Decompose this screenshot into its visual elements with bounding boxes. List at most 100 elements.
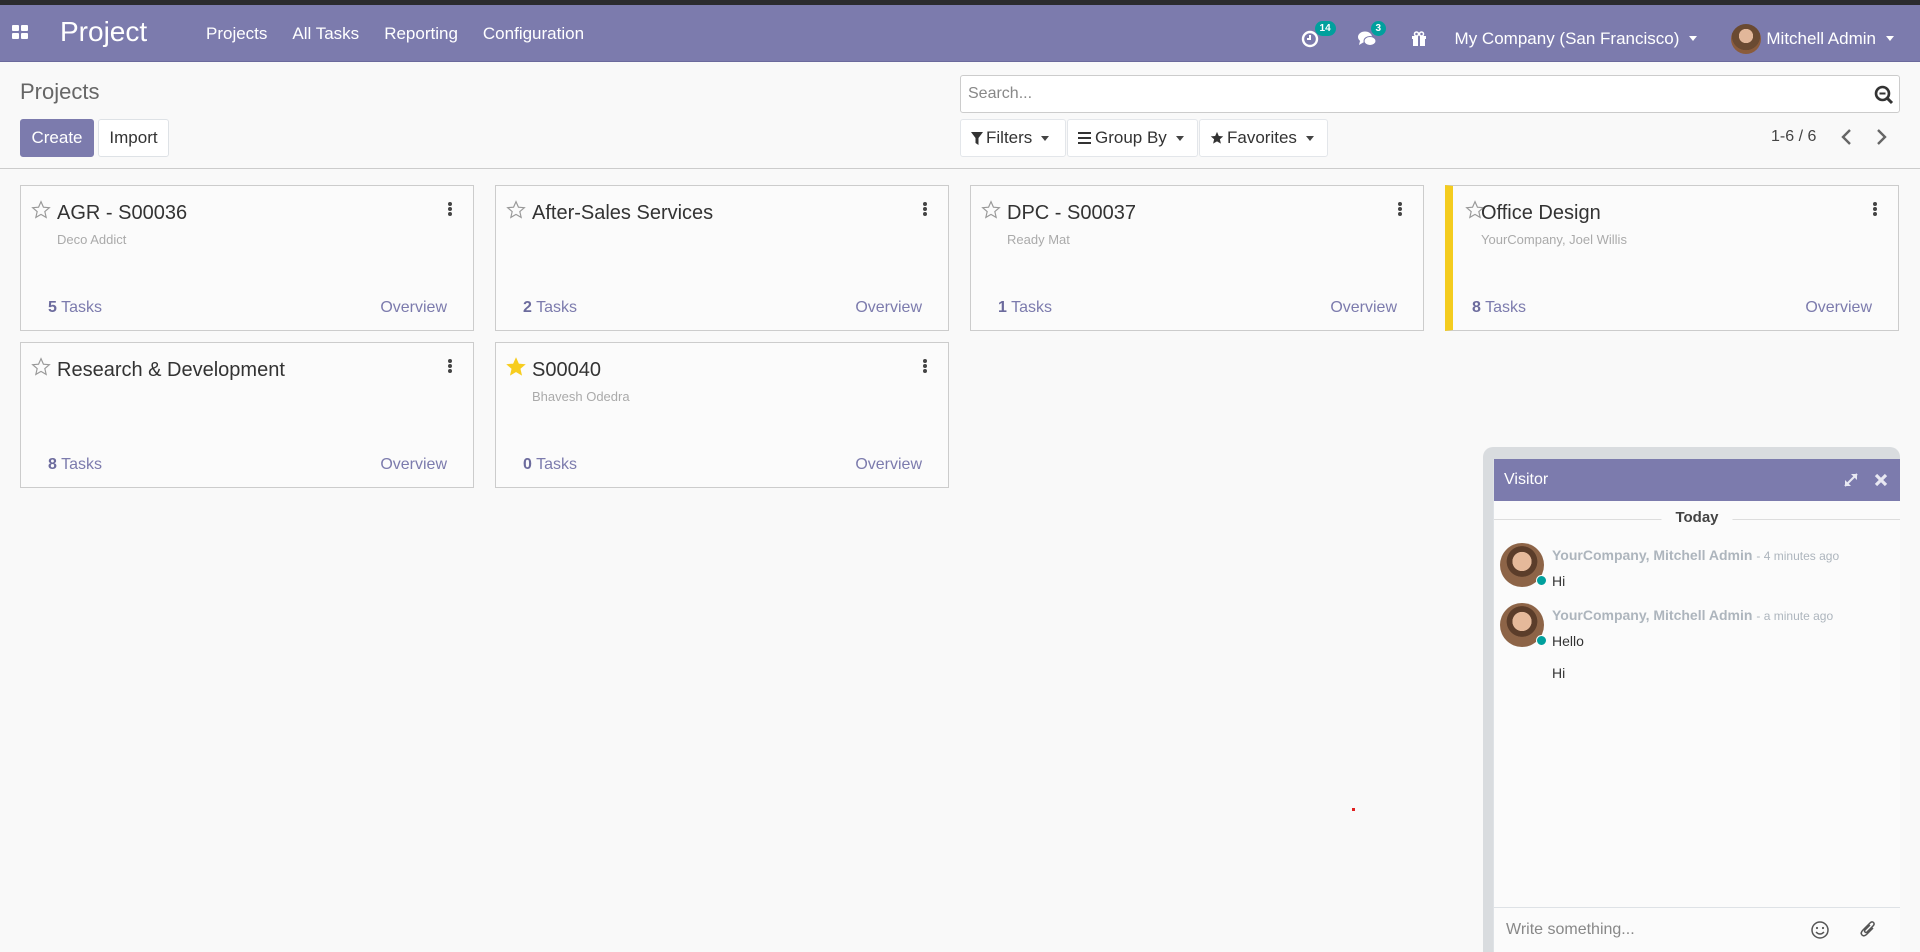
tasks-link[interactable]: 5 Tasks — [48, 299, 102, 317]
pager-next-icon[interactable] — [1868, 124, 1894, 150]
project-name[interactable]: After-Sales Services — [532, 202, 713, 225]
tasks-label: Tasks — [536, 299, 577, 316]
emoji-icon[interactable] — [1810, 920, 1830, 940]
card-dropdown-icon[interactable] — [445, 357, 455, 375]
gift-icon — [1411, 30, 1426, 46]
overview-link[interactable]: Overview — [1330, 299, 1397, 317]
chat-window: Visitor Today YourCompany, Mitchell Admi… — [1493, 459, 1900, 952]
systray: 14 3 My Company (San Francisco) Mitchell… — [1301, 10, 1920, 67]
favorite-star-icon[interactable] — [981, 200, 1001, 220]
search-input[interactable] — [961, 76, 1841, 112]
menu-reporting[interactable]: Reporting — [384, 24, 458, 44]
project-card[interactable]: AGR - S00036 Deco Addict 5 Tasks Overview — [20, 185, 474, 331]
group-by-dropdown[interactable]: Group By — [1067, 119, 1198, 157]
favorite-star-icon[interactable] — [506, 357, 526, 377]
online-status-icon — [1536, 635, 1547, 646]
bars-icon — [1078, 132, 1091, 144]
task-count: 8 — [1472, 299, 1481, 316]
project-card[interactable]: Research & Development 8 Tasks Overview — [20, 342, 474, 488]
tasks-label: Tasks — [1485, 299, 1526, 316]
activity-count-badge: 14 — [1314, 20, 1336, 36]
user-menu[interactable]: Mitchell Admin — [1731, 23, 1894, 54]
message-author: YourCompany, Mitchell Admin - a minute ag… — [1552, 607, 1834, 623]
favorite-star-icon[interactable] — [31, 200, 51, 220]
search-bar — [960, 75, 1900, 113]
message-body: Hello — [1552, 633, 1584, 649]
app-title: Project — [60, 16, 148, 47]
chat-message: YourCompany, Mitchell Admin - 4 minutes a… — [1494, 537, 1900, 597]
overview-link[interactable]: Overview — [855, 299, 922, 317]
task-count: 8 — [48, 456, 57, 473]
favorite-star-icon[interactable] — [31, 357, 51, 377]
expand-icon[interactable] — [1842, 471, 1860, 489]
card-dropdown-icon[interactable] — [445, 200, 455, 218]
tasks-label: Tasks — [1011, 299, 1052, 316]
apps-menu-icon[interactable] — [12, 25, 28, 39]
favorites-label: Favorites — [1227, 128, 1297, 147]
menu-projects[interactable]: Projects — [206, 24, 267, 44]
online-status-icon — [1536, 575, 1547, 586]
star-icon — [1210, 131, 1224, 144]
gift-menu[interactable] — [1411, 30, 1427, 47]
message-body: Hi — [1552, 573, 1566, 589]
tasks-link[interactable]: 0 Tasks — [523, 456, 577, 474]
top-menu: Projects All Tasks Reporting Configurati… — [206, 24, 609, 44]
filters-dropdown[interactable]: Filters — [960, 119, 1066, 157]
overview-link[interactable]: Overview — [380, 299, 447, 317]
tasks-link[interactable]: 8 Tasks — [48, 456, 102, 474]
filters-label: Filters — [986, 128, 1033, 147]
favorites-dropdown[interactable]: Favorites — [1199, 119, 1328, 157]
control-panel-divider — [0, 168, 1920, 169]
task-count: 0 — [523, 456, 532, 473]
favorite-star-icon[interactable] — [506, 200, 526, 220]
caret-down-icon — [1886, 36, 1894, 41]
messaging-menu[interactable]: 3 — [1357, 20, 1387, 48]
search-icon[interactable] — [1873, 84, 1895, 106]
project-partner: Bhavesh Odedra — [532, 389, 630, 404]
project-name[interactable]: AGR - S00036 — [57, 202, 187, 225]
chat-header[interactable]: Visitor — [1494, 459, 1900, 501]
company-switcher[interactable]: My Company (San Francisco) — [1455, 29, 1698, 49]
overview-link[interactable]: Overview — [855, 456, 922, 474]
page-title: Projects — [20, 79, 100, 104]
message-date: - 4 minutes ago — [1756, 549, 1840, 563]
project-card[interactable]: DPC - S00037 Ready Mat 1 Tasks Overview — [970, 185, 1424, 331]
import-button[interactable]: Import — [98, 119, 169, 157]
chat-composer-input[interactable] — [1506, 918, 1806, 942]
project-name[interactable]: Office Design — [1481, 202, 1601, 225]
tasks-link[interactable]: 2 Tasks — [523, 299, 577, 317]
activity-menu[interactable]: 14 — [1301, 20, 1336, 48]
project-card[interactable]: After-Sales Services 2 Tasks Overview — [495, 185, 949, 331]
create-button[interactable]: Create — [20, 119, 94, 157]
project-partner: Deco Addict — [57, 232, 127, 247]
group-by-label: Group By — [1095, 128, 1167, 147]
tasks-link[interactable]: 8 Tasks — [1472, 299, 1526, 317]
tasks-label: Tasks — [536, 456, 577, 473]
project-name[interactable]: DPC - S00037 — [1007, 202, 1136, 225]
overview-link[interactable]: Overview — [1805, 299, 1872, 317]
caret-down-icon — [1305, 135, 1314, 141]
messages-count-badge: 3 — [1370, 20, 1387, 36]
project-partner: Ready Mat — [1007, 232, 1070, 247]
menu-all-tasks[interactable]: All Tasks — [292, 24, 359, 44]
pager-previous-icon[interactable] — [1834, 124, 1860, 150]
project-card[interactable]: Office Design YourCompany, Joel Willis 8 T… — [1445, 185, 1899, 331]
menu-configuration[interactable]: Configuration — [483, 24, 584, 44]
chat-composer — [1494, 907, 1900, 952]
card-dropdown-icon[interactable] — [920, 200, 930, 218]
card-dropdown-icon[interactable] — [920, 357, 930, 375]
tasks-link[interactable]: 1 Tasks — [998, 299, 1052, 317]
paperclip-icon[interactable] — [1858, 919, 1878, 939]
mouse-cursor-artifact — [1352, 808, 1355, 811]
project-name[interactable]: S00040 — [532, 359, 601, 382]
pager-value: 1-6 / 6 — [1771, 128, 1817, 145]
close-icon[interactable] — [1872, 471, 1890, 489]
project-name[interactable]: Research & Development — [57, 359, 285, 382]
overview-link[interactable]: Overview — [380, 456, 447, 474]
day-separator: Today — [1494, 507, 1900, 537]
caret-down-icon — [1175, 135, 1184, 141]
card-dropdown-icon[interactable] — [1870, 200, 1880, 218]
task-count: 2 — [523, 299, 532, 316]
project-card[interactable]: S00040 Bhavesh Odedra 0 Tasks Overview — [495, 342, 949, 488]
card-dropdown-icon[interactable] — [1395, 200, 1405, 218]
